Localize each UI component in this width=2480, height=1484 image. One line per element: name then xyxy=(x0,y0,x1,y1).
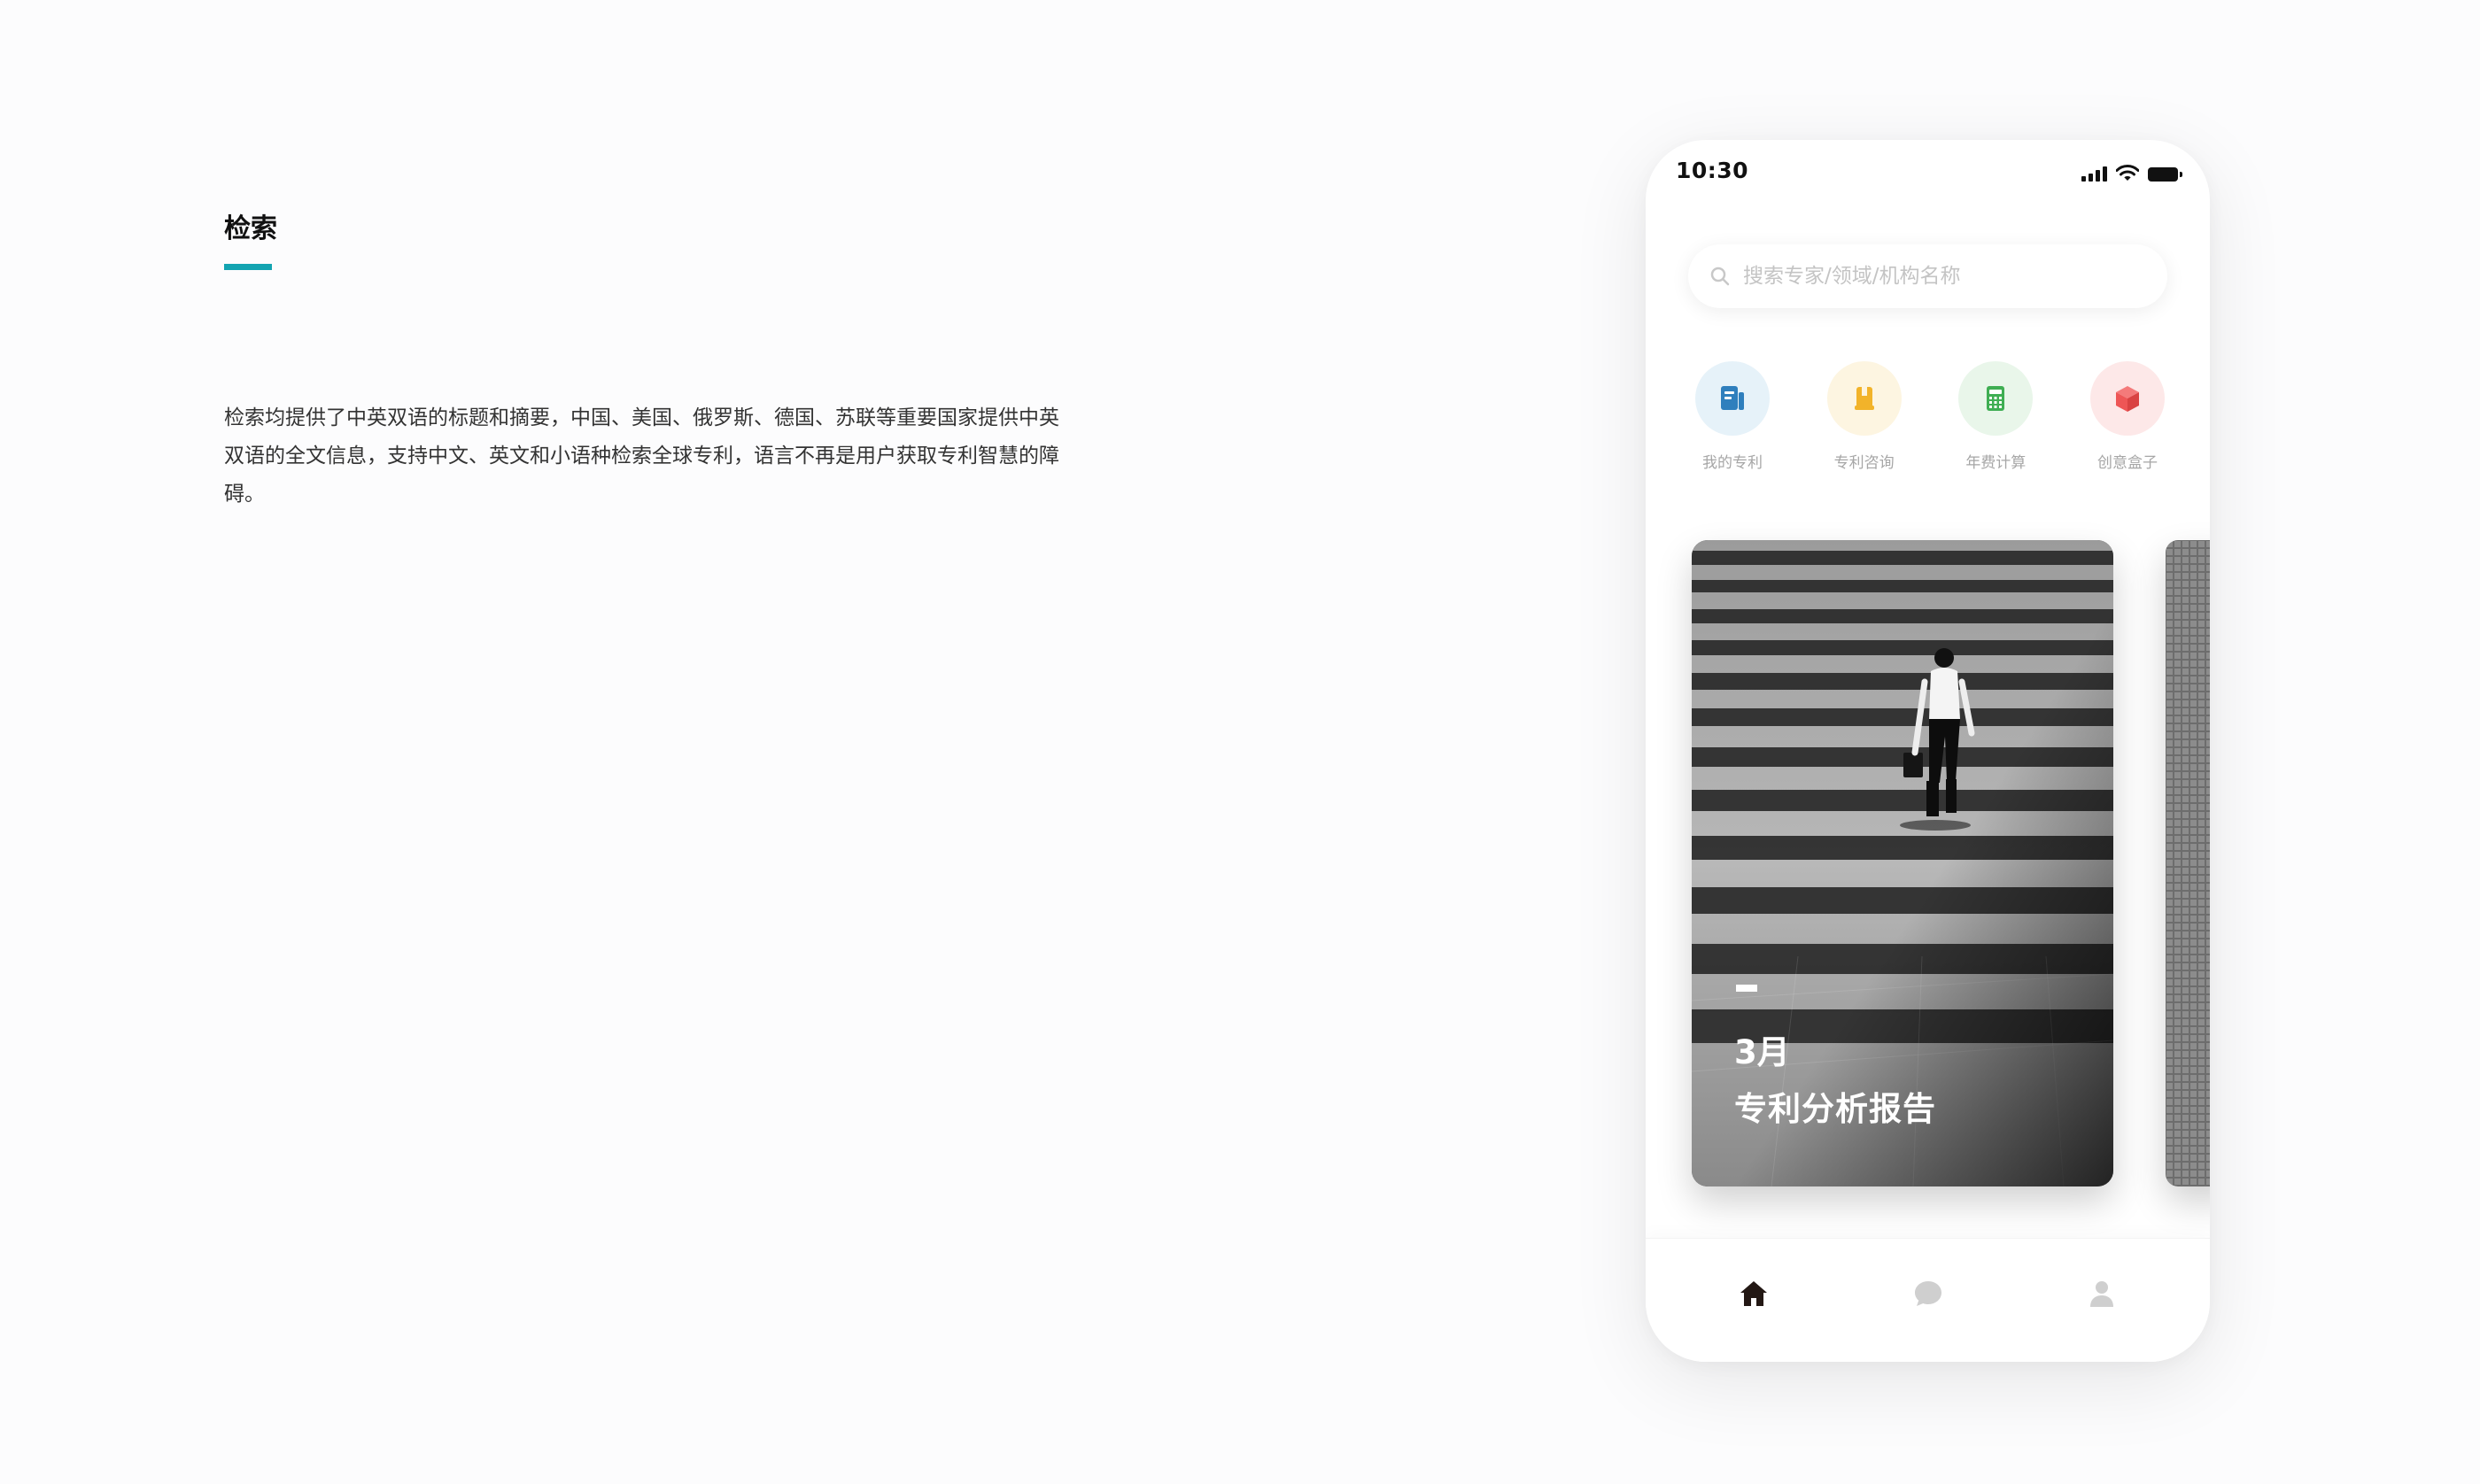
quick-action-label: 年费计算 xyxy=(1965,454,2027,472)
tab-home[interactable] xyxy=(1727,1267,1780,1320)
next-card-peek[interactable] xyxy=(2166,540,2210,1186)
status-icons xyxy=(2081,165,2182,182)
quick-action-my-patents[interactable]: 我的专利 xyxy=(1684,361,1781,472)
search-bar[interactable] xyxy=(1688,244,2167,308)
phone-mockup: 10:30 搜索专家/领域/机构名称 我的专利 专利咨询 年费计算 创意盒子 3… xyxy=(1646,140,2210,1362)
quick-action-label: 创意盒子 xyxy=(2096,454,2158,472)
quick-action-circle xyxy=(1826,361,1902,436)
quick-actions: 我的专利 专利咨询 年费计算 创意盒子 xyxy=(1684,361,2176,472)
section-title: 检索 xyxy=(224,213,277,244)
report-card[interactable]: 3月 专利分析报告 xyxy=(1692,540,2113,1186)
tab-profile[interactable] xyxy=(2075,1267,2128,1320)
calculator-icon xyxy=(1987,386,2005,411)
box-icon xyxy=(2115,386,2139,412)
search-icon xyxy=(1708,264,1732,289)
user-icon xyxy=(2090,1281,2113,1307)
chat-bubble-icon xyxy=(1915,1281,1941,1306)
status-bar: 10:30 xyxy=(1646,140,2210,211)
signal-icon xyxy=(2081,166,2107,182)
status-time: 10:30 xyxy=(1676,158,1749,183)
tab-messages[interactable] xyxy=(1902,1267,1955,1320)
quick-action-fee-calculator[interactable]: 年费计算 xyxy=(1947,361,2044,472)
home-icon xyxy=(1740,1281,1767,1306)
card-month: 3月 xyxy=(1734,1033,1790,1071)
quick-action-circle xyxy=(1695,361,1770,436)
quick-action-consultation[interactable]: 专利咨询 xyxy=(1816,361,1913,472)
search-input[interactable] xyxy=(1741,264,2161,289)
quick-action-circle xyxy=(2089,361,2165,436)
quick-action-idea-box[interactable]: 创意盒子 xyxy=(2079,361,2176,472)
quick-action-label: 专利咨询 xyxy=(1833,454,1895,472)
intro-section: 检索 检索均提供了中英双语的标题和摘要，中国、美国、俄罗斯、德国、苏联等重要国家… xyxy=(224,209,1110,534)
section-description: 检索均提供了中英双语的标题和摘要，中国、美国、俄罗斯、德国、苏联等重要国家提供中… xyxy=(224,406,1059,506)
quick-action-label: 我的专利 xyxy=(1702,454,1763,472)
card-accent-dash xyxy=(1736,985,1757,992)
tab-bar xyxy=(1646,1238,2210,1362)
next-card-photo xyxy=(2166,540,2210,1186)
book-icon xyxy=(1721,386,1744,410)
bookmark-icon xyxy=(1854,387,1874,410)
title-underline xyxy=(224,264,272,270)
battery-icon xyxy=(2148,167,2182,182)
card-title: 专利分析报告 xyxy=(1734,1090,1936,1128)
wifi-icon xyxy=(2116,165,2139,181)
quick-action-circle xyxy=(1958,361,2034,436)
